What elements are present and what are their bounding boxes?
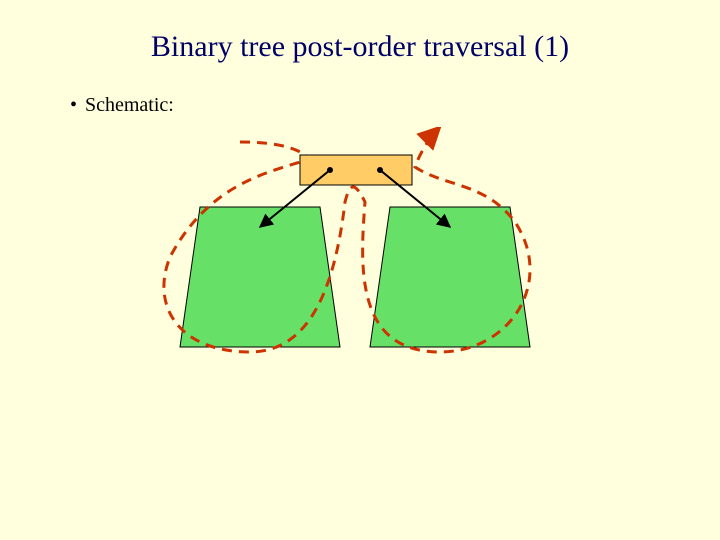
page-title: Binary tree post-order traversal (1) <box>0 0 720 64</box>
bullet-item: • Schematic: <box>0 64 720 117</box>
bullet-text: Schematic: <box>85 94 174 116</box>
left-subtree <box>180 207 340 347</box>
schematic-diagram <box>140 127 580 387</box>
bullet-dot-icon: • <box>70 94 80 117</box>
